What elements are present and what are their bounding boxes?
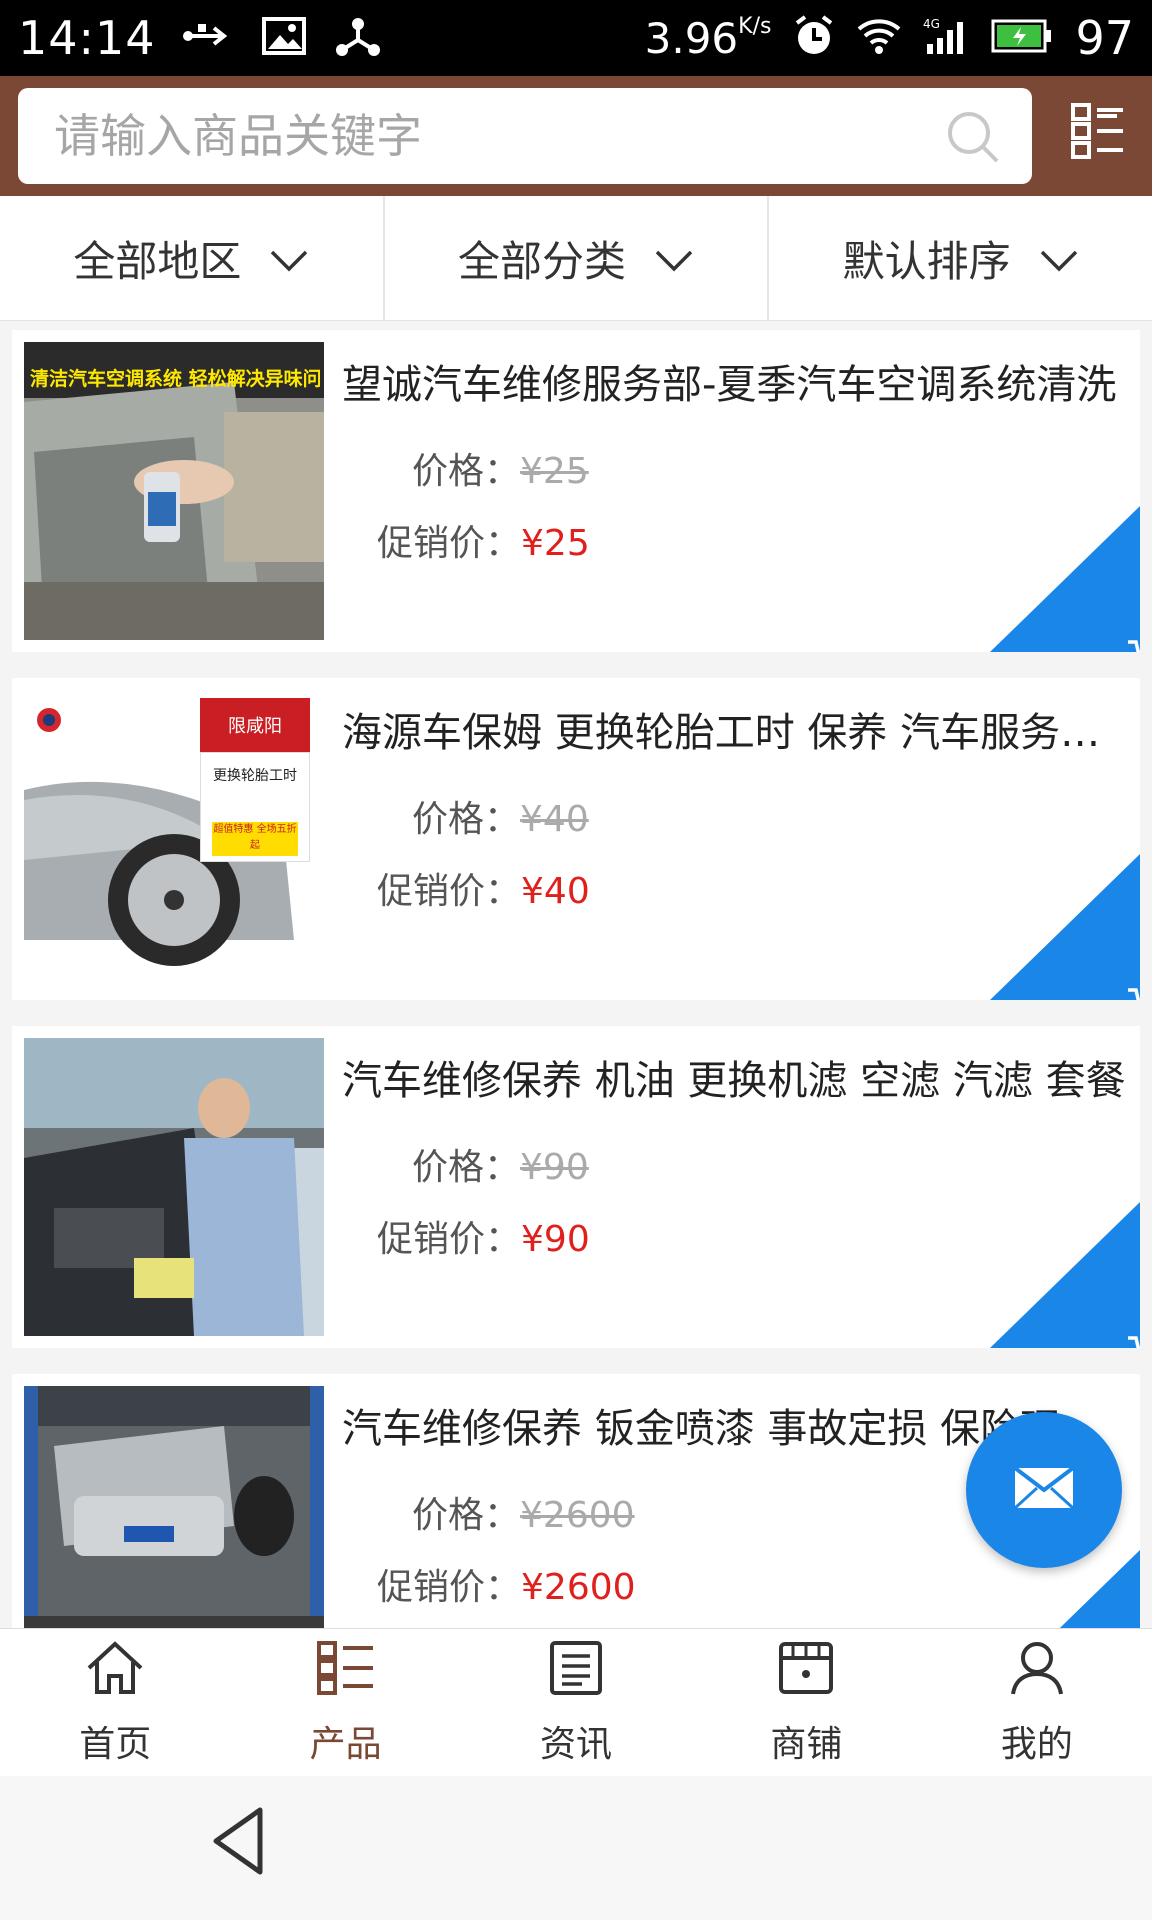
price-label: 价格： (412, 799, 521, 840)
nav-shop-label: 商铺 (770, 1723, 843, 1765)
product-title[interactable]: 汽车维修保养 机油 更换机滤 空滤 汽滤 套餐 (342, 1048, 1132, 1106)
search-box[interactable] (18, 88, 1032, 184)
shop-icon (777, 1640, 835, 1705)
battery-icon (991, 19, 1053, 57)
search-header (0, 76, 1152, 196)
category-menu-icon[interactable] (1070, 102, 1126, 164)
filter-region-label: 全部地区 (73, 236, 242, 286)
product-card[interactable]: 汽车维修保养 机油 更换机滤 空滤 汽滤 套餐 价格：¥90 促销价：¥90 (12, 1026, 1140, 1348)
search-input[interactable] (52, 108, 936, 164)
promo-price-row: 促销价：¥2600 (377, 1558, 636, 1610)
original-price: ¥25 (520, 451, 589, 492)
nav-home-label: 首页 (79, 1723, 152, 1765)
promo-price-label: 促销价： (377, 1567, 522, 1608)
filter-category-label: 全部分类 (458, 236, 627, 286)
promo-price: ¥25 (521, 523, 590, 564)
price-label: 价格： (412, 1147, 521, 1188)
product-list: 清洁汽车空调系统 轻松解决异味问题 望诚汽车维修服务部-夏季汽车空调系统清洗 价… (12, 330, 1140, 1628)
back-icon[interactable] (210, 1806, 266, 1880)
original-price: ¥40 (520, 799, 589, 840)
original-price-row: 价格：¥40 (412, 790, 589, 842)
alarm-icon (793, 15, 835, 61)
original-price: ¥90 (520, 1147, 589, 1188)
image-icon (261, 17, 306, 59)
promo-price-row: 促销价：¥25 (377, 514, 590, 566)
nav-mine[interactable]: 我的 (922, 1629, 1152, 1777)
add-to-cart-button[interactable] (990, 854, 1140, 1000)
thumb-badge-bottom: 超值特惠 全场五折起 (212, 822, 298, 856)
original-price-row: 价格：¥2600 (412, 1486, 635, 1538)
promo-price-label: 促销价： (377, 871, 522, 912)
mail-icon (1013, 1466, 1075, 1514)
net-speed: 3.96 (644, 13, 739, 63)
nav-products-label: 产品 (309, 1723, 382, 1765)
promo-price-label: 促销价： (377, 1219, 522, 1260)
share-icon (335, 16, 380, 60)
bottom-nav: 首页 产品 资讯 商铺 我的 (0, 1628, 1152, 1777)
nav-mine-label: 我的 (1000, 1723, 1073, 1765)
chevron-down-icon (654, 234, 694, 283)
thumb-banner-text: 清洁汽车空调系统 轻松解决异味问题 (30, 368, 320, 390)
promo-price-label: 促销价： (377, 523, 522, 564)
original-price-row: 价格：¥25 (412, 442, 589, 494)
system-nav-bar (0, 1776, 1152, 1920)
signal-4g-icon: 4G (923, 16, 969, 60)
original-price-row: 价格：¥90 (412, 1138, 589, 1190)
filter-region[interactable]: 全部地区 (0, 196, 385, 320)
net-speed-unit: K/s (738, 13, 772, 39)
product-card[interactable]: 限咸阳 更换轮胎工时 超值特惠 全场五折起 海源车保姆 更换轮胎工时 保养 汽车… (12, 678, 1140, 1000)
usb-icon (182, 20, 232, 56)
status-bar: 14:14 3.96K/s 4G 97 (0, 0, 1152, 76)
product-thumbnail[interactable]: 清洁汽车空调系统 轻松解决异味问题 (24, 342, 324, 640)
product-card[interactable]: 清洁汽车空调系统 轻松解决异味问题 望诚汽车维修服务部-夏季汽车空调系统清洗 价… (12, 330, 1140, 652)
price-label: 价格： (412, 451, 521, 492)
product-title[interactable]: 望诚汽车维修服务部-夏季汽车空调系统清洗 (342, 352, 1132, 410)
news-icon (548, 1640, 604, 1705)
filter-sort-label: 默认排序 (842, 236, 1011, 286)
status-time: 14:14 (18, 11, 156, 65)
filter-category[interactable]: 全部分类 (385, 196, 770, 320)
add-to-cart-button[interactable] (990, 506, 1140, 652)
nav-news[interactable]: 资讯 (461, 1629, 691, 1777)
product-thumbnail[interactable]: 限咸阳 更换轮胎工时 超值特惠 全场五折起 (24, 690, 324, 988)
search-icon[interactable] (944, 108, 1002, 170)
promo-price-row: 促销价：¥90 (377, 1210, 590, 1262)
original-price: ¥2600 (520, 1495, 635, 1536)
product-list-icon (316, 1640, 376, 1705)
price-label: 价格： (412, 1495, 521, 1536)
thumb-badge-top: 限咸阳 (200, 698, 310, 752)
nav-products[interactable]: 产品 (230, 1629, 460, 1777)
promo-price: ¥90 (521, 1219, 590, 1260)
battery-level: 97 (1075, 11, 1134, 65)
svg-text:4G: 4G (923, 17, 940, 31)
promo-price: ¥2600 (521, 1567, 636, 1608)
nav-home[interactable]: 首页 (0, 1629, 230, 1777)
nav-shop[interactable]: 商铺 (691, 1629, 921, 1777)
product-thumbnail[interactable] (24, 1038, 324, 1336)
promo-price-row: 促销价：¥40 (377, 862, 590, 914)
product-title[interactable]: 海源车保姆 更换轮胎工时 保养 汽车服务门店 (342, 700, 1132, 758)
promo-price: ¥40 (521, 871, 590, 912)
chevron-down-icon (269, 234, 309, 283)
nav-news-label: 资讯 (540, 1723, 613, 1765)
chevron-down-icon (1039, 234, 1079, 283)
filter-bar: 全部地区 全部分类 默认排序 (0, 196, 1152, 321)
home-icon (85, 1640, 145, 1705)
user-icon (1009, 1640, 1065, 1705)
product-thumbnail[interactable] (24, 1386, 324, 1628)
filter-sort[interactable]: 默认排序 (769, 196, 1152, 320)
message-button[interactable] (966, 1412, 1122, 1568)
add-to-cart-button[interactable] (990, 1202, 1140, 1348)
wifi-icon (857, 17, 901, 59)
